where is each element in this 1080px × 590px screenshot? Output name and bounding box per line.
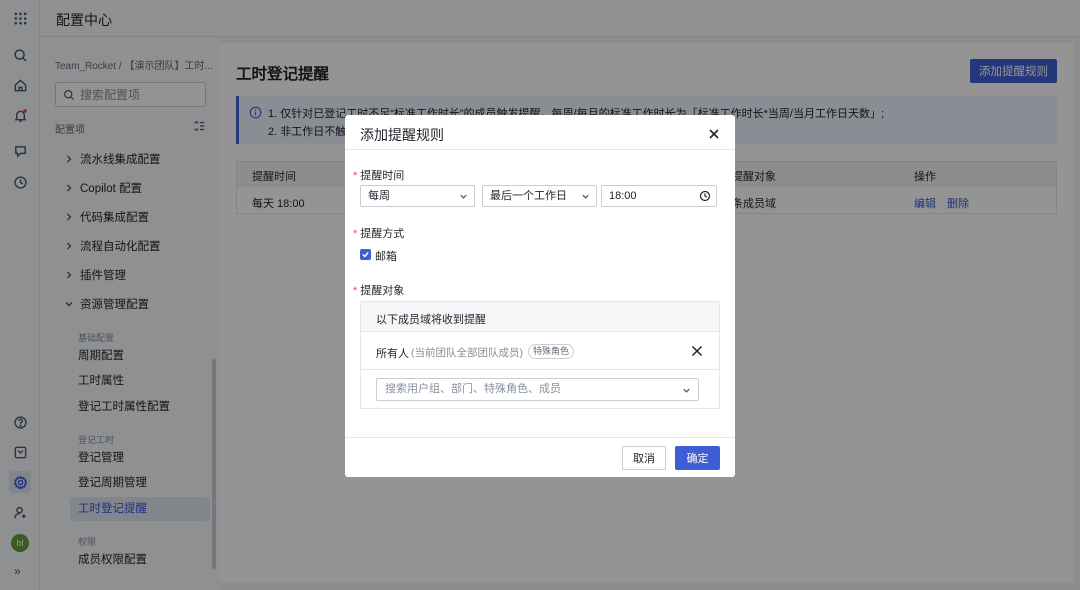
- time-value: 18:00: [609, 190, 637, 202]
- target-description: (当前团队全部团队成员): [411, 347, 523, 359]
- cancel-button[interactable]: 取消: [622, 446, 666, 470]
- remove-icon[interactable]: [691, 345, 703, 357]
- target-header-text: 以下成员域将收到提醒: [376, 314, 486, 326]
- method-label: * 提醒方式: [353, 228, 405, 240]
- target-panel: 以下成员域将收到提醒 所有人 (当前团队全部团队成员) 特殊角色: [360, 301, 720, 409]
- target-panel-header: 以下成员域将收到提醒: [361, 302, 719, 332]
- time-label-text: 提醒时间: [360, 170, 405, 182]
- member-search-input[interactable]: [385, 383, 665, 395]
- email-checkbox[interactable]: [360, 249, 371, 260]
- target-label: * 提醒对象: [353, 285, 405, 297]
- divider: [345, 437, 735, 438]
- method-label-text: 提醒方式: [360, 228, 405, 240]
- divider: [345, 149, 735, 150]
- chevron-down-icon: [460, 194, 467, 199]
- target-name: 所有人: [376, 348, 409, 360]
- chevron-down-icon: [683, 388, 690, 393]
- day-value: 最后一个工作日: [490, 190, 567, 202]
- frequency-value: 每周: [368, 190, 390, 202]
- add-rule-dialog: 添加提醒规则 * 提醒时间 每周 最后一个工作日 18:00 * 提醒方式 邮箱 *…: [345, 115, 735, 477]
- role-badge: 特殊角色: [528, 344, 575, 359]
- app-root: bl » 配置中心 Team_Rocket / 【演示团队】工时... 配置项 …: [0, 0, 1080, 590]
- frequency-select[interactable]: 每周: [360, 185, 475, 207]
- day-select[interactable]: 最后一个工作日: [482, 185, 597, 207]
- target-label-text: 提醒对象: [360, 285, 405, 297]
- confirm-button[interactable]: 确定: [675, 446, 720, 470]
- close-icon[interactable]: [707, 127, 721, 141]
- member-search-select[interactable]: [376, 378, 699, 401]
- clock-icon: [699, 190, 711, 202]
- target-row: 所有人 (当前团队全部团队成员) 特殊角色: [361, 333, 719, 370]
- dialog-title: 添加提醒规则: [360, 127, 444, 143]
- chevron-down-icon: [582, 194, 589, 199]
- check-icon: [362, 252, 369, 258]
- email-checkbox-label[interactable]: 邮箱: [375, 248, 397, 264]
- time-picker[interactable]: 18:00: [601, 185, 717, 207]
- time-label: * 提醒时间: [353, 170, 405, 182]
